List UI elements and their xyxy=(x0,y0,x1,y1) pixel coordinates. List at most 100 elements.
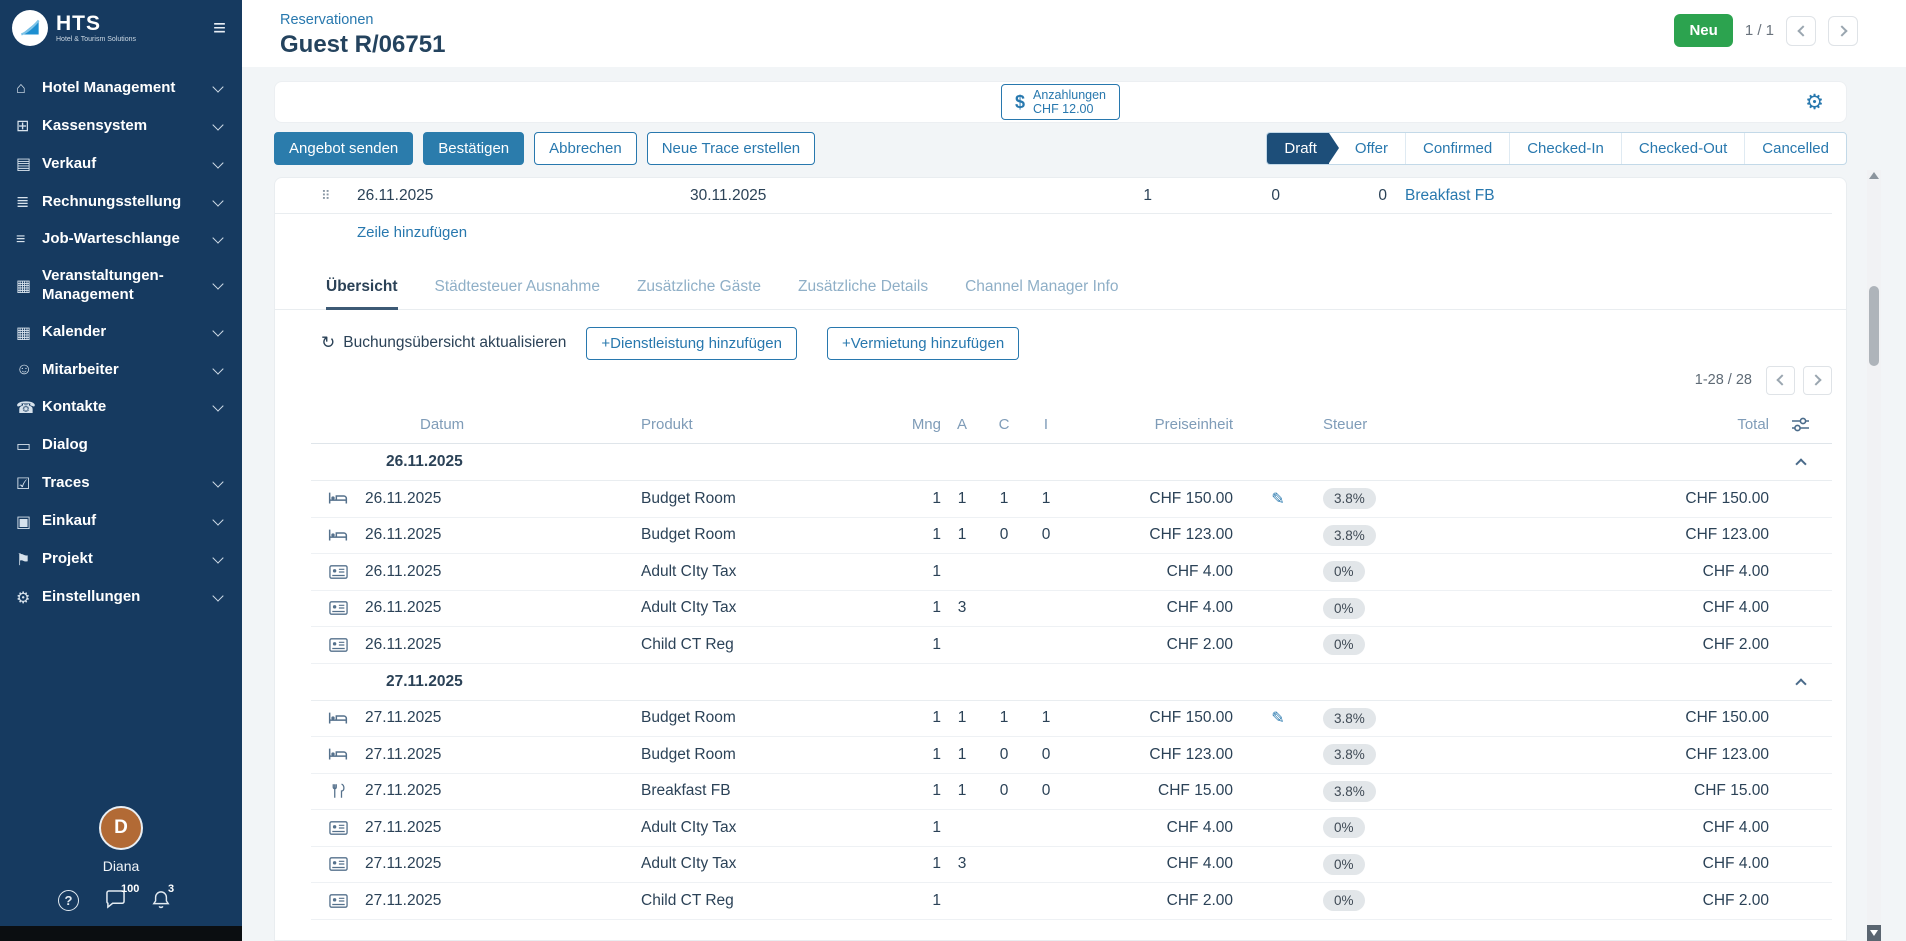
sidebar-header: HTS Hotel & Tourism Solutions ≡ xyxy=(0,0,242,56)
sidebar-item-traces[interactable]: ☑ Traces xyxy=(0,465,242,503)
send-offer-button[interactable]: Angebot senden xyxy=(274,132,413,165)
sidebar-item-kalender[interactable]: ▦ Kalender xyxy=(0,314,242,352)
sidebar-item-verkauf[interactable]: ▤ Verkauf xyxy=(0,145,242,183)
deposit-amount: CHF 12.00 xyxy=(1033,102,1106,116)
status-step-draft[interactable]: Draft xyxy=(1267,133,1329,164)
table-row[interactable]: 27.11.2025 Adult CIty Tax 1 3 CHF 4.00 ✎… xyxy=(311,847,1832,884)
cell-produkt: Adult CIty Tax xyxy=(641,819,871,837)
drag-handle-icon[interactable]: ⠿ xyxy=(321,188,349,204)
cancel-button[interactable]: Abbrechen xyxy=(534,132,637,165)
add-row-link[interactable]: Zeile hinzufügen xyxy=(357,224,467,241)
deposit-label: Anzahlungen xyxy=(1033,88,1106,102)
deposit-button[interactable]: $ Anzahlungen CHF 12.00 xyxy=(1001,84,1120,121)
cell-produkt: Child CT Reg xyxy=(641,892,871,910)
status-step-cancelled[interactable]: Cancelled xyxy=(1744,133,1846,164)
tab-zus-tzliche-g-ste[interactable]: Zusätzliche Gäste xyxy=(637,278,761,309)
tab-st-dtesteuer-ausnahme[interactable]: Städtesteuer Ausnahme xyxy=(435,278,600,309)
column-settings-icon[interactable] xyxy=(1769,417,1832,432)
new-trace-button[interactable]: Neue Trace erstellen xyxy=(647,132,815,165)
meal-icon xyxy=(311,783,365,799)
edit-price-icon[interactable]: ✎ xyxy=(1233,489,1323,509)
sidebar-item-hotel-management[interactable]: ⌂ Hotel Management xyxy=(0,70,242,107)
table-row[interactable]: 26.11.2025 Child CT Reg 1 CHF 2.00 ✎ 0% … xyxy=(311,627,1832,664)
sidebar-item-einkauf[interactable]: ▣ Einkauf xyxy=(0,503,242,541)
traces-icon: ☑ xyxy=(16,474,42,494)
sidebar-item-einstellungen[interactable]: ⚙ Einstellungen xyxy=(0,579,242,617)
table-row[interactable]: 27.11.2025 Budget Room 1 1 1 1 CHF 150.0… xyxy=(311,701,1832,738)
edit-price-icon[interactable]: ✎ xyxy=(1233,708,1323,728)
sidebar-item-projekt[interactable]: ⚑ Projekt xyxy=(0,541,242,579)
table-next-button[interactable] xyxy=(1803,366,1832,395)
confirm-button[interactable]: Bestätigen xyxy=(423,132,524,165)
scrollbar-thumb[interactable] xyxy=(1869,286,1879,366)
sidebar-item-rechnungsstellung[interactable]: ≣ Rechnungsstellung xyxy=(0,183,242,221)
chevron-down-icon xyxy=(212,232,223,243)
cell-produkt: Breakfast FB xyxy=(641,782,871,800)
collapse-chevron-icon[interactable] xyxy=(1769,456,1832,468)
gear-icon[interactable]: ⚙ xyxy=(1805,90,1824,115)
sidebar-item-kassensystem[interactable]: ⊞ Kassensystem xyxy=(0,107,242,145)
table-row[interactable]: 26.11.2025 Adult CIty Tax 1 CHF 4.00 ✎ 0… xyxy=(311,554,1832,591)
sidebar: HTS Hotel & Tourism Solutions ≡ ⌂ Hotel … xyxy=(0,0,242,941)
hts-logo-icon xyxy=(12,10,48,46)
avatar[interactable]: D xyxy=(99,806,143,850)
sidebar-item-mitarbeiter[interactable]: ☺ Mitarbeiter xyxy=(0,352,242,389)
logo-text: HTS Hotel & Tourism Solutions xyxy=(56,13,136,43)
status-step-checked-out[interactable]: Checked-Out xyxy=(1621,133,1744,164)
purchasing-icon: ▣ xyxy=(16,512,42,532)
package-link[interactable]: Breakfast FB xyxy=(1387,187,1832,205)
sidebar-item-dialog[interactable]: ▭ Dialog xyxy=(0,427,242,465)
cell-datum: 27.11.2025 xyxy=(365,892,641,910)
scrollbar-down-arrow[interactable] xyxy=(1867,925,1881,941)
table-row[interactable]: 26.11.2025 Adult CIty Tax 1 3 CHF 4.00 ✎… xyxy=(311,591,1832,628)
table-row[interactable]: 27.11.2025 Child CT Reg 1 CHF 2.00 ✎ 0% … xyxy=(311,883,1832,920)
tab-bersicht[interactable]: Übersicht xyxy=(326,278,398,309)
next-record-button[interactable] xyxy=(1828,16,1858,46)
cell-produkt: Budget Room xyxy=(641,746,871,764)
collapse-chevron-icon[interactable] xyxy=(1769,676,1832,688)
scrollbar-up-arrow[interactable] xyxy=(1869,172,1879,179)
cell-c: 1 xyxy=(983,490,1025,508)
sidebar-item-kontakte[interactable]: ☎ Kontakte xyxy=(0,389,242,427)
cell-produkt: Adult CIty Tax xyxy=(641,855,871,873)
bell-icon[interactable]: 3 xyxy=(152,890,170,915)
id-card-icon xyxy=(311,601,365,615)
table-prev-button[interactable] xyxy=(1766,366,1795,395)
stay-table-row[interactable]: ⠿ 26.11.2025 30.11.2025 1 0 0 Breakfast … xyxy=(275,178,1832,214)
cell-mng: 1 xyxy=(871,892,941,910)
breadcrumb[interactable]: Reservationen xyxy=(280,12,445,28)
app-logo[interactable]: HTS Hotel & Tourism Solutions xyxy=(12,10,136,46)
tab-zus-tzliche-details[interactable]: Zusätzliche Details xyxy=(798,278,928,309)
help-icon[interactable]: ? xyxy=(58,890,79,911)
chat-icon[interactable]: 100 xyxy=(105,890,126,914)
sidebar-item-veranstaltungen-management[interactable]: ▦ Veranstaltungen-Management xyxy=(0,258,242,314)
cell-a: 1 xyxy=(941,709,983,727)
table-row[interactable]: 27.11.2025 Adult CIty Tax 1 CHF 4.00 ✎ 0… xyxy=(311,810,1832,847)
tab-channel-manager-info[interactable]: Channel Manager Info xyxy=(965,278,1118,309)
cell-a: 1 xyxy=(941,746,983,764)
table-row[interactable]: 27.11.2025 Breakfast FB 1 1 0 0 CHF 15.0… xyxy=(311,774,1832,811)
prev-record-button[interactable] xyxy=(1786,16,1816,46)
refresh-booking-overview[interactable]: ↻ Buchungsübersicht aktualisieren xyxy=(321,333,566,353)
table-row[interactable]: 26.11.2025 Budget Room 1 1 0 0 CHF 123.0… xyxy=(311,518,1832,555)
cell-c: 1 xyxy=(983,709,1025,727)
sidebar-item-job-warteschlange[interactable]: ≡ Job-Warteschlange xyxy=(0,221,242,258)
overview-toolbar: ↻ Buchungsübersicht aktualisieren +Diens… xyxy=(321,326,1846,360)
status-step-checked-in[interactable]: Checked-In xyxy=(1509,133,1621,164)
add-rental-button[interactable]: +Vermietung hinzufügen xyxy=(827,327,1019,360)
user-icons: ? 100 3 xyxy=(58,890,242,915)
status-step-confirmed[interactable]: Confirmed xyxy=(1405,133,1509,164)
staff-icon: ☺ xyxy=(16,361,42,379)
cell-total: CHF 123.00 xyxy=(1493,526,1769,544)
chevron-down-icon xyxy=(212,514,223,525)
table-row[interactable]: 27.11.2025 Budget Room 1 1 0 0 CHF 123.0… xyxy=(311,737,1832,774)
new-button[interactable]: Neu xyxy=(1674,14,1732,47)
cell-a: 3 xyxy=(941,855,983,873)
add-service-button[interactable]: +Dienstleistung hinzufügen xyxy=(586,327,797,360)
sales-icon: ▤ xyxy=(16,154,42,174)
status-step-offer[interactable]: Offer xyxy=(1329,133,1405,164)
tax-badge: 3.8% xyxy=(1323,525,1376,546)
bed-icon xyxy=(311,491,365,506)
menu-toggle-icon[interactable]: ≡ xyxy=(213,17,226,39)
table-row[interactable]: 26.11.2025 Budget Room 1 1 1 1 CHF 150.0… xyxy=(311,481,1832,518)
